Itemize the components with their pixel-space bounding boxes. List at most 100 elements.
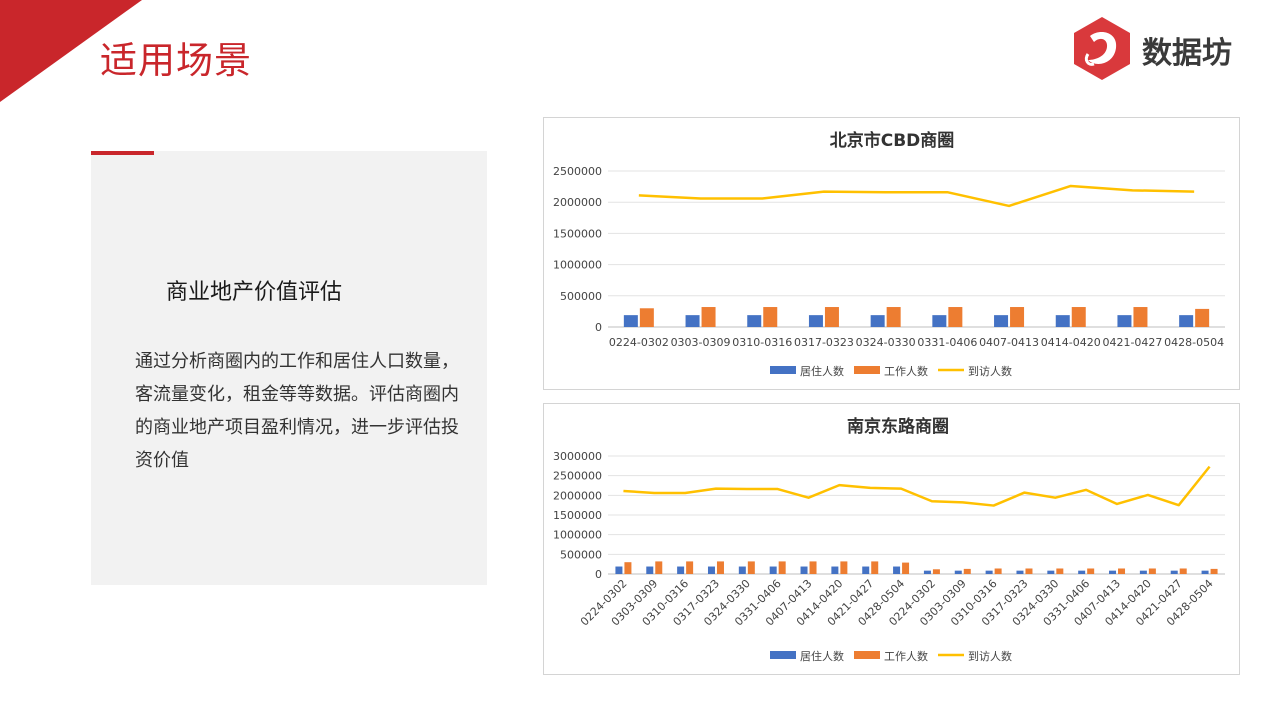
bar-resident [932, 315, 947, 327]
bar-resident [1109, 570, 1117, 574]
legend-swatch [770, 651, 796, 659]
legend-label: 工作人数 [884, 365, 928, 378]
x-tick-label: 0421-0427 [1102, 336, 1162, 349]
page-title: 适用场景 [100, 39, 252, 82]
y-tick-label: 1500000 [553, 227, 602, 240]
bar-resident [1170, 570, 1178, 574]
bar-worker [963, 568, 971, 574]
bar-worker [809, 561, 817, 574]
chart-title: 南京东路商圈 [847, 416, 949, 437]
bar-resident [923, 570, 931, 574]
bar-worker [824, 307, 839, 327]
bar-resident [677, 566, 685, 574]
bar-worker [1010, 307, 1025, 327]
bar-worker [1056, 568, 1064, 574]
bar-resident [870, 315, 885, 327]
chart-svg-1: 北京市CBD商圈 0 500000 1000000 1500000 2000000 2500… [553, 130, 1225, 378]
bar-worker [932, 569, 940, 574]
bar-resident [1201, 570, 1209, 574]
line-visitors [623, 465, 1211, 507]
bar-resident [615, 566, 623, 574]
bar-worker [1210, 568, 1218, 574]
x-tick-label: 0331-0406 [917, 336, 977, 349]
bar-resident [1047, 570, 1055, 574]
chart-nanjing-east-road: 南京东路商圈 0 500000 1000000 1500000 2000000 250000… [543, 403, 1240, 675]
bar-worker [639, 308, 654, 327]
legend-swatch [770, 366, 796, 374]
bar-worker [1195, 308, 1210, 327]
bar-resident [1117, 315, 1132, 327]
y-tick-label: 3000000 [553, 450, 602, 463]
line-visitors [638, 184, 1195, 208]
y-tick-label: 1000000 [553, 529, 602, 542]
bar-worker [701, 307, 716, 327]
chart-beijing-cbd: 北京市CBD商圈 0 500000 1000000 1500000 2000000 2500… [543, 117, 1240, 390]
bar-resident [1179, 315, 1194, 327]
bar-worker [948, 307, 963, 327]
bar-resident [747, 315, 762, 327]
bar-resident [769, 566, 777, 574]
bar-resident [1016, 570, 1024, 574]
bar-worker [840, 561, 848, 574]
bar-worker [763, 307, 778, 327]
y-tick-label: 0 [595, 321, 602, 334]
bar-resident [707, 566, 715, 574]
bar-resident [646, 566, 654, 574]
bar-worker [886, 307, 901, 327]
bar-resident [623, 315, 638, 327]
bar-worker [624, 562, 632, 574]
bar-worker [1087, 568, 1095, 574]
x-tick-label: 0324-0330 [856, 336, 916, 349]
x-tick-label: 0224-0302 [609, 336, 669, 349]
x-tick-label: 0310-0316 [732, 336, 792, 349]
bar-resident [954, 570, 962, 574]
bar-worker [1025, 568, 1033, 574]
bar-resident [1055, 315, 1070, 327]
y-tick-label: 1000000 [553, 259, 602, 272]
bar-resident [994, 315, 1009, 327]
bar-worker [902, 562, 910, 574]
bar-worker [747, 561, 755, 574]
bar-worker [1133, 307, 1148, 327]
legend-label: 居住人数 [800, 364, 844, 378]
x-tick-label: 0303-0309 [671, 336, 731, 349]
legend-swatch [854, 366, 880, 374]
chart-title: 北京市CBD商圈 [830, 130, 955, 151]
legend-label: 到访人数 [968, 365, 1012, 378]
y-tick-label: 2000000 [553, 196, 602, 209]
bar-worker [871, 561, 879, 574]
bar-worker [778, 561, 786, 574]
legend-label: 工作人数 [884, 650, 928, 663]
bar-resident [1139, 570, 1147, 574]
bar-worker [1148, 568, 1156, 574]
legend-label: 居住人数 [800, 649, 844, 663]
y-tick-label: 0 [595, 568, 602, 581]
bar-resident [800, 566, 808, 574]
bar-resident [862, 566, 870, 574]
card-body: 通过分析商圈内的工作和居住人口数量，客流量变化，租金等等数据。评估商圈内的商业地… [135, 351, 459, 471]
x-tick-label: 0428-0504 [1164, 336, 1224, 349]
y-tick-label: 2500000 [553, 165, 602, 178]
card-accent-bar [91, 151, 154, 155]
y-tick-label: 500000 [560, 290, 602, 303]
legend-label: 到访人数 [968, 650, 1012, 663]
bar-worker [1179, 568, 1187, 574]
bar-resident [985, 570, 993, 574]
logo-text: 数据坊 [1142, 36, 1232, 71]
bar-worker [1071, 307, 1086, 327]
bar-resident [685, 315, 700, 327]
legend-swatch [854, 651, 880, 659]
bar-worker [994, 568, 1002, 574]
x-tick-label: 0414-0420 [1041, 336, 1101, 349]
y-tick-label: 500000 [560, 548, 602, 561]
bar-resident [831, 566, 839, 574]
x-tick-label: 0407-0413 [979, 336, 1039, 349]
bar-resident [738, 566, 746, 574]
x-tick-label: 0317-0323 [794, 336, 854, 349]
y-tick-label: 1500000 [553, 509, 602, 522]
bar-resident [893, 566, 901, 574]
bar-worker [716, 561, 724, 574]
bar-worker [655, 561, 663, 574]
bar-worker [686, 561, 694, 574]
card-heading: 商业地产价值评估 [166, 280, 343, 305]
